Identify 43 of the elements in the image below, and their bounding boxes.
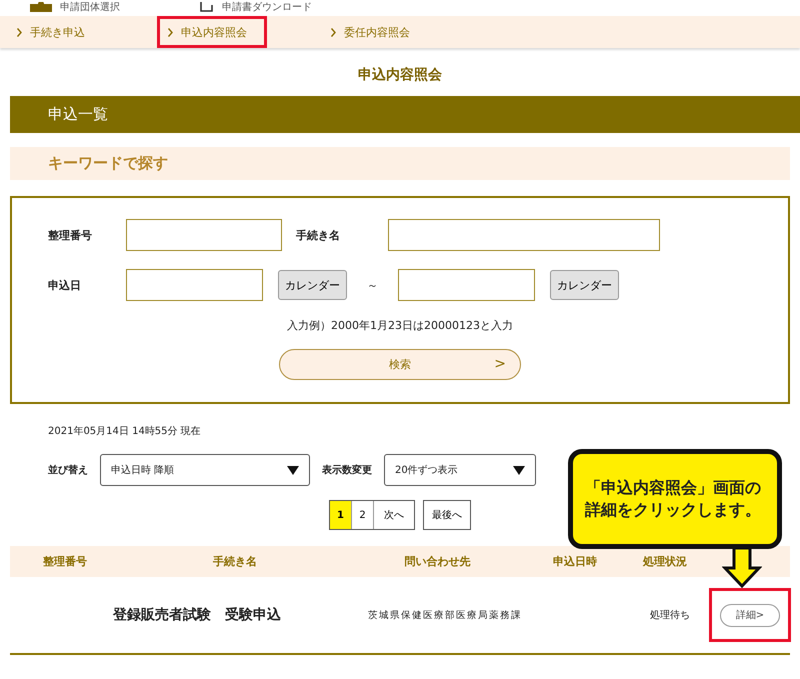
nav-tab[interactable]: 委任内容照会 xyxy=(314,16,471,48)
sort-label: 並び替え xyxy=(48,464,88,477)
column-header: 整理番号 xyxy=(42,554,88,569)
input-field[interactable] xyxy=(398,269,535,301)
page-size-dropdown[interactable]: 20件ずつ表示 xyxy=(384,454,536,486)
sort-dropdown[interactable]: 申込日時 降順 xyxy=(100,454,310,486)
input-field[interactable] xyxy=(126,219,282,251)
search-button[interactable]: 検索 > xyxy=(279,349,521,380)
range-separator: ～ xyxy=(367,278,378,292)
chevron-icon xyxy=(17,28,22,36)
page-size-label: 表示数変更 xyxy=(322,463,372,477)
calendar-button[interactable]: カレンダー xyxy=(278,270,347,300)
dropdown-arrow-icon xyxy=(513,466,525,474)
callout-bubble: 「申込内容照会」画面の詳細をクリックします。 xyxy=(568,449,782,549)
table-cell-text: 茨城県保健医療部医療局薬務課 xyxy=(367,608,523,622)
dropdown-arrow-icon xyxy=(287,466,299,474)
field-label: 整理番号 xyxy=(48,228,93,242)
details-button[interactable]: 詳細> xyxy=(720,604,780,627)
page-title: 申込内容照会 xyxy=(357,66,443,84)
menu-link[interactable]: 申請書ダウンロード xyxy=(222,0,312,14)
timestamp: 2021年05月14日 14時55分 現在 xyxy=(48,424,202,438)
column-header: 手続き名 xyxy=(212,554,258,569)
highlighted-tab[interactable]: 申込内容照会 xyxy=(157,16,267,48)
column-header: 処理状況 xyxy=(642,554,688,569)
column-header: 問い合わせ先 xyxy=(404,554,472,569)
field-label: 申込日 xyxy=(48,278,82,292)
calendar-button[interactable]: カレンダー xyxy=(550,270,619,300)
table-cell-text: 登録販売者試験 受験申込 xyxy=(113,606,282,624)
chevron-icon xyxy=(331,28,336,36)
field-label: 手続き名 xyxy=(296,228,341,242)
section-header: 申込一覧 xyxy=(10,96,800,133)
menu-link[interactable]: 申請団体選択 xyxy=(60,0,120,14)
nav-tab[interactable]: 手続き申込 xyxy=(0,16,157,48)
hint-text: 入力例）2000年1月23日は20000123と入力 xyxy=(287,319,513,332)
down-arrow-icon xyxy=(722,546,762,588)
keyword-heading: キーワードで探す xyxy=(10,147,790,180)
last-page-button[interactable]: 最後へ xyxy=(423,500,471,530)
table-cell-text: 処理待ち xyxy=(650,608,691,622)
column-header: 申込日時 xyxy=(552,554,598,569)
input-field[interactable] xyxy=(126,269,263,301)
chevron-icon xyxy=(168,28,173,36)
page-button[interactable]: 1 xyxy=(330,501,352,529)
input-field[interactable] xyxy=(388,219,660,251)
